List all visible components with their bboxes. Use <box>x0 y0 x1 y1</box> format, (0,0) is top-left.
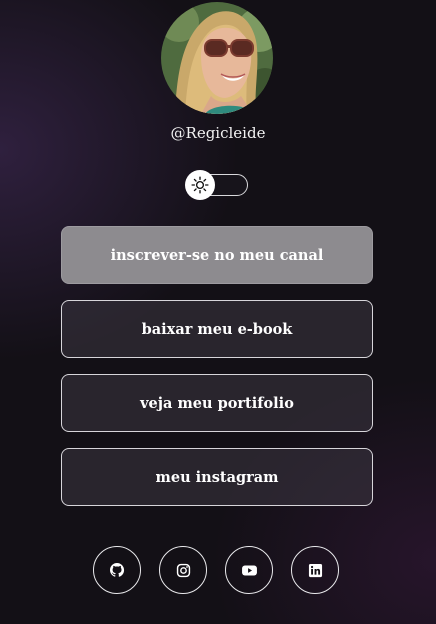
linkedin-button[interactable] <box>291 546 339 594</box>
youtube-button[interactable] <box>225 546 273 594</box>
username: @Regicleide <box>170 124 266 142</box>
instagram-button[interactable] <box>159 546 207 594</box>
toggle-knob[interactable] <box>185 170 215 200</box>
link-button-download-ebook[interactable]: baixar meu e-book <box>61 300 373 358</box>
social-links <box>93 546 343 596</box>
youtube-icon <box>241 565 257 575</box>
github-button[interactable] <box>93 546 141 594</box>
linkedin-icon <box>308 563 322 577</box>
theme-toggle[interactable] <box>185 170 248 200</box>
avatar <box>161 2 273 114</box>
github-icon <box>110 563 125 577</box>
link-button-instagram[interactable]: meu instagram <box>61 448 373 506</box>
profile-header: @Regicleide <box>0 0 436 160</box>
profile-photo <box>161 2 273 114</box>
sun-icon <box>191 176 209 194</box>
link-button-portfolio[interactable]: veja meu portifolio <box>61 374 373 432</box>
link-list: inscrever-se no meu canal baixar meu e-b… <box>61 226 373 522</box>
instagram-icon <box>176 563 190 577</box>
link-button-subscribe-channel[interactable]: inscrever-se no meu canal <box>61 226 373 284</box>
